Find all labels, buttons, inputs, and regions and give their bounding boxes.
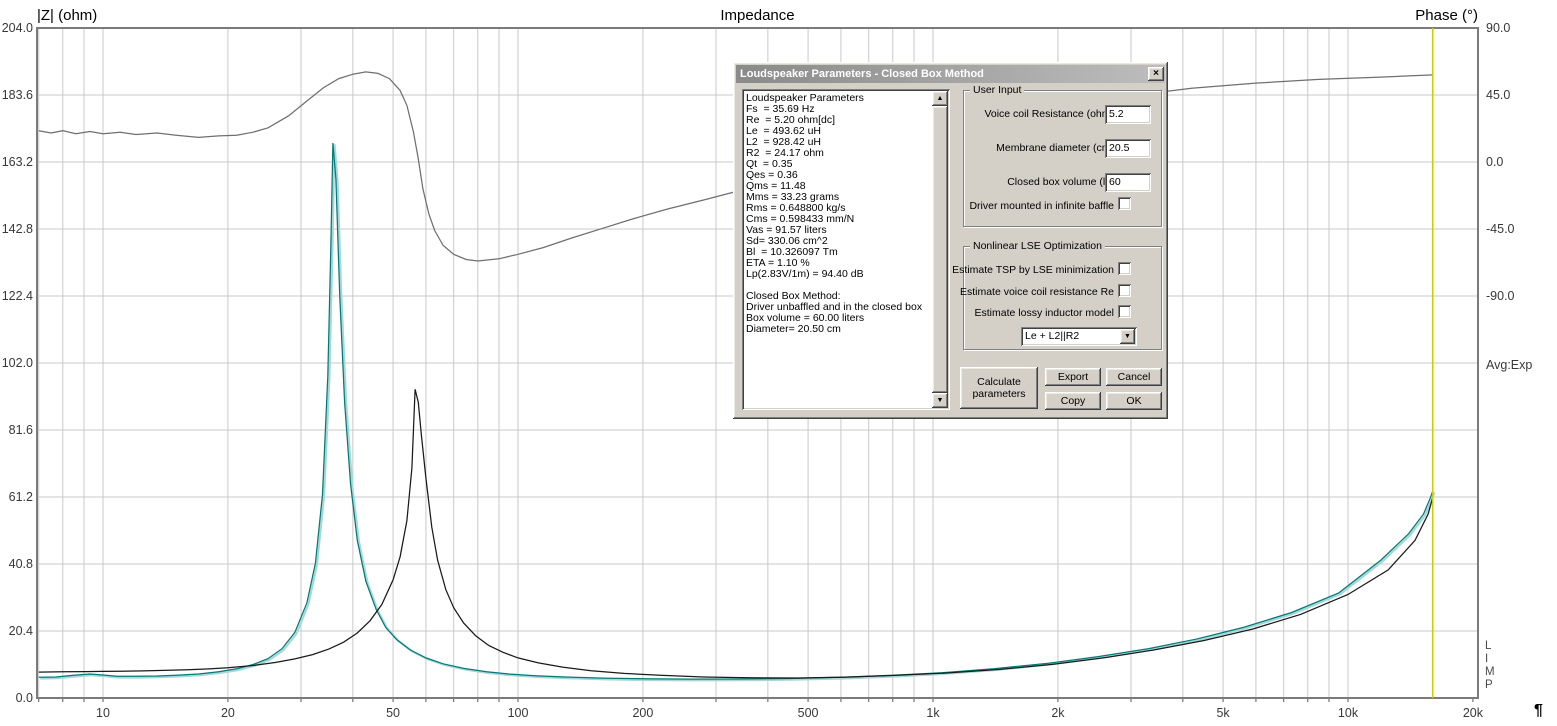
voice-coil-resistance-input[interactable]: 5.2 bbox=[1105, 105, 1151, 124]
ohm-tick-label: 102.0 bbox=[1, 356, 33, 370]
dialog-titlebar[interactable]: Loudspeaker Parameters - Closed Box Meth… bbox=[736, 65, 1165, 83]
frequency-tick-label: 20k bbox=[1462, 706, 1483, 720]
dialog-title: Loudspeaker Parameters - Closed Box Meth… bbox=[740, 68, 984, 80]
membrane-diameter-label: Membrane diameter (cm) bbox=[996, 142, 1114, 154]
close-icon[interactable]: × bbox=[1148, 67, 1164, 81]
frequency-tick-label: 5k bbox=[1216, 706, 1230, 720]
loudspeaker-parameters-dialog: Loudspeaker Parameters - Closed Box Meth… bbox=[733, 62, 1168, 419]
frequency-tick-label: 2k bbox=[1051, 706, 1065, 720]
right-axis-title: Phase (°) bbox=[1415, 7, 1478, 24]
frequency-tick-label: 200 bbox=[632, 706, 654, 720]
estimate-tsp-checkbox[interactable] bbox=[1118, 262, 1131, 275]
limp-impedance-window: { "chart": { "title": "Impedance", "left… bbox=[0, 0, 1557, 726]
estimate-inductor-label: Estimate lossy inductor model bbox=[974, 307, 1114, 319]
ohm-tick-label: 61.2 bbox=[8, 490, 33, 504]
parameters-report-panel: Loudspeaker Parameters Fs = 35.69 Hz Re … bbox=[742, 89, 950, 410]
phase-tick-label: 0.0 bbox=[1486, 155, 1504, 169]
inductor-model-value: Le + L2||R2 bbox=[1025, 330, 1080, 342]
limp-app-badge: L I M P bbox=[1485, 640, 1495, 691]
phase-tick-label: 90.0 bbox=[1486, 21, 1511, 35]
voice-coil-resistance-label: Voice coil Resistance (ohm) bbox=[984, 108, 1114, 120]
frequency-tick-label: 10k bbox=[1337, 706, 1359, 720]
membrane-diameter-input[interactable]: 20.5 bbox=[1105, 139, 1151, 158]
frequency-tick-label: 1k bbox=[926, 706, 940, 720]
estimate-tsp-label: Estimate TSP by LSE minimization bbox=[952, 264, 1114, 276]
ohm-tick-label: 142.8 bbox=[1, 222, 33, 236]
cancel-button[interactable]: Cancel bbox=[1106, 368, 1162, 386]
infinite-baffle-label: Driver mounted in infinite baffle bbox=[969, 200, 1114, 212]
parameters-report-text[interactable]: Loudspeaker Parameters Fs = 35.69 Hz Re … bbox=[746, 93, 930, 407]
lse-legend: Nonlinear LSE Optimization bbox=[970, 240, 1105, 252]
frequency-tick-label: 500 bbox=[797, 706, 819, 720]
inductor-model-dropdown[interactable]: Le + L2||R2 ▼ bbox=[1021, 327, 1137, 346]
frequency-tick-label: 20 bbox=[220, 706, 235, 720]
estimate-re-label: Estimate voice coil resistance Re bbox=[959, 286, 1114, 298]
frequency-tick-label: 50 bbox=[386, 706, 401, 720]
scroll-down-icon[interactable]: ▼ bbox=[932, 393, 948, 408]
ok-button[interactable]: OK bbox=[1106, 392, 1162, 410]
estimate-re-checkbox[interactable] bbox=[1118, 284, 1131, 297]
ohm-tick-label: 122.4 bbox=[1, 289, 33, 303]
ohm-tick-label: 0.0 bbox=[15, 691, 33, 705]
phase-tick-label: -45.0 bbox=[1486, 222, 1515, 236]
infinite-baffle-checkbox[interactable] bbox=[1118, 197, 1131, 210]
ohm-tick-label: 183.6 bbox=[1, 88, 33, 102]
ohm-tick-label: 163.2 bbox=[1, 155, 33, 169]
phase-tick-label: 45.0 bbox=[1486, 88, 1511, 102]
user-input-legend: User Input bbox=[970, 84, 1025, 96]
ohm-tick-label: 204.0 bbox=[1, 21, 33, 35]
frequency-tick-label: 10 bbox=[96, 706, 110, 720]
scrollbar-thumb[interactable] bbox=[932, 106, 948, 393]
estimate-inductor-checkbox[interactable] bbox=[1118, 305, 1131, 318]
ohm-tick-label: 20.4 bbox=[8, 624, 33, 638]
scroll-up-icon[interactable]: ▲ bbox=[932, 91, 948, 106]
report-scrollbar[interactable]: ▲ ▼ bbox=[932, 91, 948, 408]
frequency-tick-label: 100 bbox=[507, 706, 529, 720]
calculate-parameters-button[interactable]: Calculate parameters bbox=[960, 367, 1038, 409]
phase-tick-label: -90.0 bbox=[1486, 289, 1515, 303]
ohm-tick-label: 40.8 bbox=[8, 557, 33, 571]
closed-box-volume-label: Closed box volume (lit) bbox=[1007, 176, 1114, 188]
paragraph-mark: ¶ bbox=[1534, 702, 1543, 719]
user-input-group: User Input Voice coil Resistance (ohm) 5… bbox=[963, 84, 1162, 227]
lse-optimization-group: Nonlinear LSE Optimization Estimate TSP … bbox=[952, 240, 1162, 350]
export-button[interactable]: Export bbox=[1045, 368, 1101, 386]
averaging-mode-label: Avg:Exp bbox=[1486, 358, 1533, 372]
ohm-tick-label: 81.6 bbox=[8, 423, 33, 437]
copy-button[interactable]: Copy bbox=[1045, 392, 1101, 410]
chevron-down-icon[interactable]: ▼ bbox=[1120, 329, 1135, 344]
closed-box-volume-input[interactable]: 60 bbox=[1105, 173, 1151, 192]
